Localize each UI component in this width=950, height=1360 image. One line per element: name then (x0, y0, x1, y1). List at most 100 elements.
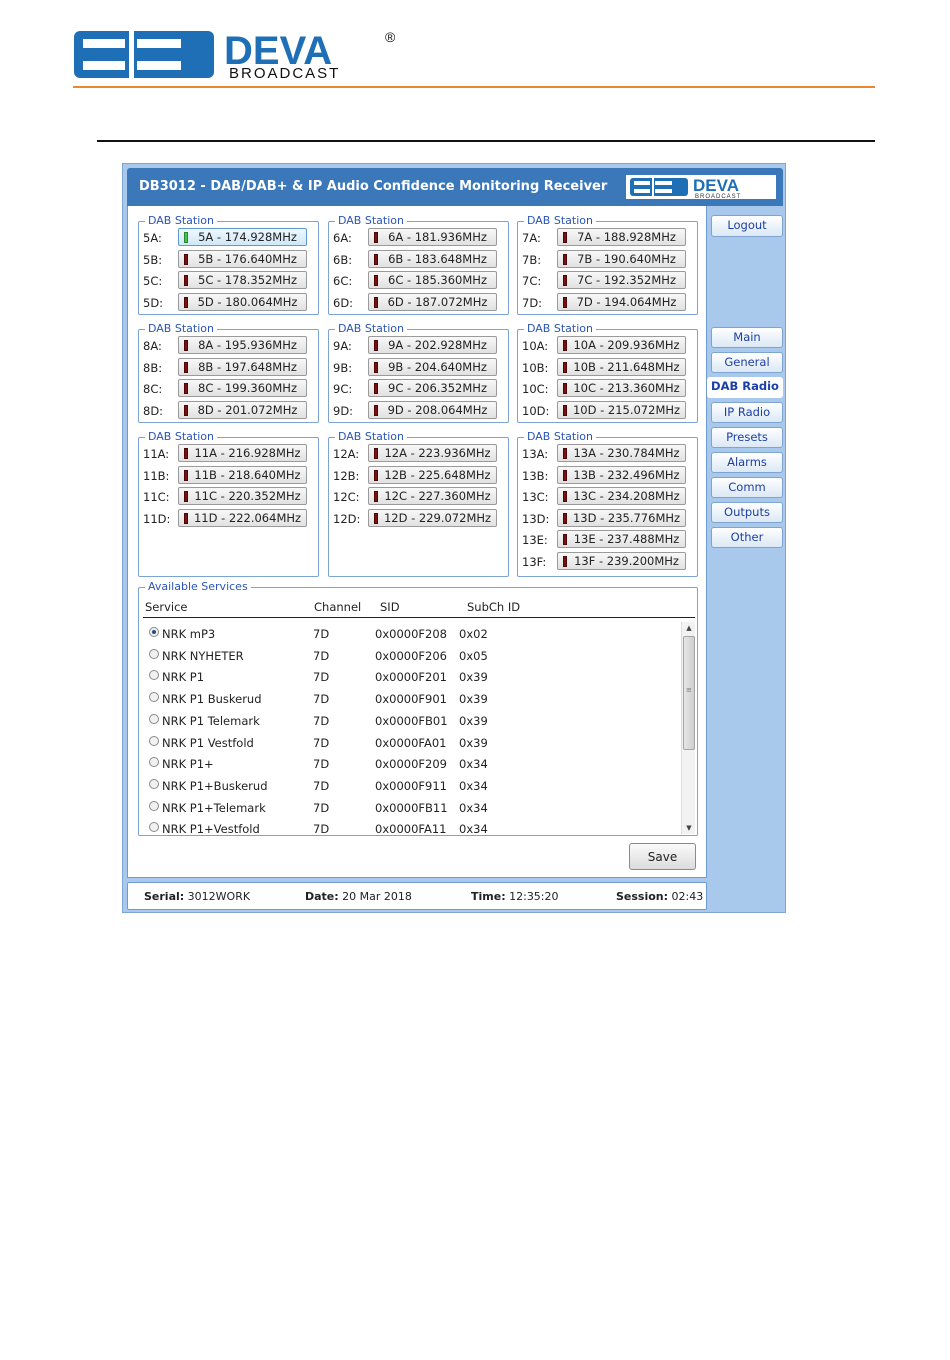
station-button[interactable]: 8C - 199.360MHz (178, 379, 307, 398)
services-list[interactable]: NRK mP3 7D 0x0000F208 0x02 NRK NYHETER 7D 0x00… (143, 620, 696, 835)
station-button[interactable]: 7D - 194.064MHz (557, 292, 686, 311)
station-channel-label: 13B: (522, 468, 549, 483)
station-button[interactable]: 10D - 215.072MHz (557, 400, 686, 419)
save-button[interactable]: Save (629, 843, 696, 870)
station-button[interactable]: 9C - 206.352MHz (368, 379, 497, 398)
service-radio[interactable] (149, 822, 159, 833)
station-button[interactable]: 10B - 211.648MHz (557, 357, 686, 376)
service-row[interactable]: NRK NYHETER 7D 0x0000F206 0x05 (143, 645, 678, 666)
service-radio[interactable] (149, 800, 159, 811)
service-subch: 0x39 (459, 735, 488, 750)
station-button[interactable]: 13F - 239.200MHz (557, 552, 686, 570)
dab-group-legend: DAB Station (335, 322, 407, 336)
service-radio[interactable] (149, 670, 159, 681)
station-row: 8D: 8D - 201.072MHz (143, 400, 315, 421)
service-row[interactable]: NRK P1 Buskerud 7D 0x0000F901 0x39 (143, 688, 678, 709)
service-row[interactable]: NRK P1 Vestfold 7D 0x0000FA01 0x39 (143, 732, 678, 753)
scroll-up-arrow-icon[interactable]: ▲ (682, 622, 696, 634)
station-button[interactable]: 5D - 180.064MHz (178, 292, 307, 311)
time-value: 12:35:20 (509, 890, 559, 903)
service-row[interactable]: NRK P1 7D 0x0000F201 0x39 (143, 666, 678, 687)
service-subch: 0x05 (459, 648, 488, 663)
service-radio[interactable] (149, 648, 159, 659)
nav-alarms[interactable]: Alarms (711, 452, 783, 473)
service-row[interactable]: NRK P1 Telemark 7D 0x0000FB01 0x39 (143, 710, 678, 731)
nav-comm[interactable]: Comm (711, 477, 783, 498)
station-frequency: 9D - 208.064MHz (387, 402, 488, 417)
service-radio[interactable] (149, 778, 159, 789)
service-radio[interactable] (149, 757, 159, 768)
station-button[interactable]: 9A - 202.928MHz (368, 336, 497, 354)
logout-button[interactable]: Logout (711, 215, 783, 237)
station-row: 10C: 10C - 213.360MHz (522, 379, 694, 399)
station-button[interactable]: 13B - 232.496MHz (557, 465, 686, 484)
nav-main[interactable]: Main (711, 327, 783, 348)
station-button[interactable]: 12D - 229.072MHz (368, 508, 497, 527)
signal-led-off-icon (184, 275, 188, 287)
services-scrollbar[interactable]: ▲ ≡ ▼ (681, 622, 695, 834)
station-button[interactable]: 5C - 178.352MHz (178, 271, 307, 290)
station-button[interactable]: 9B - 204.640MHz (368, 357, 497, 376)
service-row[interactable]: NRK mP3 7D 0x0000F208 0x02 (143, 623, 678, 644)
nav-general[interactable]: General (711, 352, 783, 373)
station-button[interactable]: 6B - 183.648MHz (368, 249, 497, 268)
station-button[interactable]: 6D - 187.072MHz (368, 292, 497, 311)
scroll-thumb[interactable]: ≡ (683, 636, 695, 750)
services-legend: Available Services (145, 580, 251, 594)
station-button[interactable]: 12B - 225.648MHz (368, 465, 497, 484)
nav-dab-radio[interactable]: DAB Radio (707, 377, 783, 398)
station-button[interactable]: 12A - 223.936MHz (368, 444, 497, 462)
nav-other[interactable]: Other (711, 527, 783, 548)
station-button[interactable]: 13D - 235.776MHz (557, 508, 686, 527)
service-radio[interactable] (149, 713, 159, 724)
service-row[interactable]: NRK P1+Telemark 7D 0x0000FB11 0x34 (143, 797, 678, 818)
station-button[interactable]: 11A - 216.928MHz (178, 444, 307, 462)
station-button[interactable]: 13E - 237.488MHz (557, 530, 686, 549)
station-row: 11A: 11A - 216.928MHz (143, 444, 315, 464)
station-button[interactable]: 8D - 201.072MHz (178, 400, 307, 419)
dab-group-legend: DAB Station (335, 430, 407, 444)
station-row: 5B: 5B - 176.640MHz (143, 249, 315, 270)
dab-station-group: DAB Station 9A: 9A - 202.928MHz 9B: 9B - 204… (328, 322, 509, 423)
station-button[interactable]: 11B - 218.640MHz (178, 465, 307, 484)
service-row[interactable]: NRK P1+ 7D 0x0000F209 0x34 (143, 753, 678, 774)
service-sid: 0x0000FB01 (375, 713, 448, 728)
service-radio[interactable] (149, 692, 159, 703)
station-button[interactable]: 8B - 197.648MHz (178, 357, 307, 376)
service-radio[interactable] (149, 735, 159, 746)
service-row[interactable]: NRK P1+Buskerud 7D 0x0000F911 0x34 (143, 775, 678, 796)
station-button[interactable]: 11D - 222.064MHz (178, 508, 307, 527)
station-button[interactable]: 7B - 190.640MHz (557, 249, 686, 268)
service-name: NRK P1 (162, 670, 205, 685)
service-subch: 0x39 (459, 692, 488, 707)
app-title: DB3012 - DAB/DAB+ & IP Audio Confidence … (139, 179, 608, 194)
station-button[interactable]: 5B - 176.640MHz (178, 249, 307, 268)
station-button[interactable]: 10C - 213.360MHz (557, 379, 686, 398)
station-button[interactable]: 8A - 195.936MHz (178, 336, 307, 354)
station-button[interactable]: 7C - 192.352MHz (557, 271, 686, 290)
service-radio[interactable] (149, 627, 159, 637)
station-frequency: 13D - 235.776MHz (572, 510, 681, 525)
station-row: 9B: 9B - 204.640MHz (333, 357, 505, 378)
station-button[interactable]: 12C - 227.360MHz (368, 487, 497, 506)
station-button[interactable]: 13A - 230.784MHz (557, 444, 686, 462)
station-button[interactable]: 5A - 174.928MHz (178, 228, 307, 246)
service-channel: 7D (313, 778, 330, 793)
nav-ip-radio[interactable]: IP Radio (711, 402, 783, 423)
station-button[interactable]: 10A - 209.936MHz (557, 336, 686, 354)
station-button[interactable]: 6A - 181.936MHz (368, 228, 497, 246)
station-button[interactable]: 6C - 185.360MHz (368, 271, 497, 290)
station-button[interactable]: 13C - 234.208MHz (557, 487, 686, 506)
station-channel-label: 7A: (522, 231, 541, 245)
service-row[interactable]: NRK P1+Vestfold 7D 0x0000FA11 0x34 (143, 818, 678, 835)
station-button[interactable]: 7A - 188.928MHz (557, 228, 686, 246)
nav-presets[interactable]: Presets (711, 427, 783, 448)
nav-outputs[interactable]: Outputs (711, 502, 783, 523)
station-button[interactable]: 9D - 208.064MHz (368, 400, 497, 419)
dab-station-group: DAB Station 10A: 10A - 209.936MHz 10B: 10B -… (517, 322, 698, 423)
station-channel-label: 12D: (333, 511, 361, 526)
service-channel: 7D (313, 670, 330, 685)
scroll-down-arrow-icon[interactable]: ▼ (682, 822, 696, 834)
station-row: 13F: 13F - 239.200MHz (522, 552, 694, 572)
station-button[interactable]: 11C - 220.352MHz (178, 487, 307, 506)
